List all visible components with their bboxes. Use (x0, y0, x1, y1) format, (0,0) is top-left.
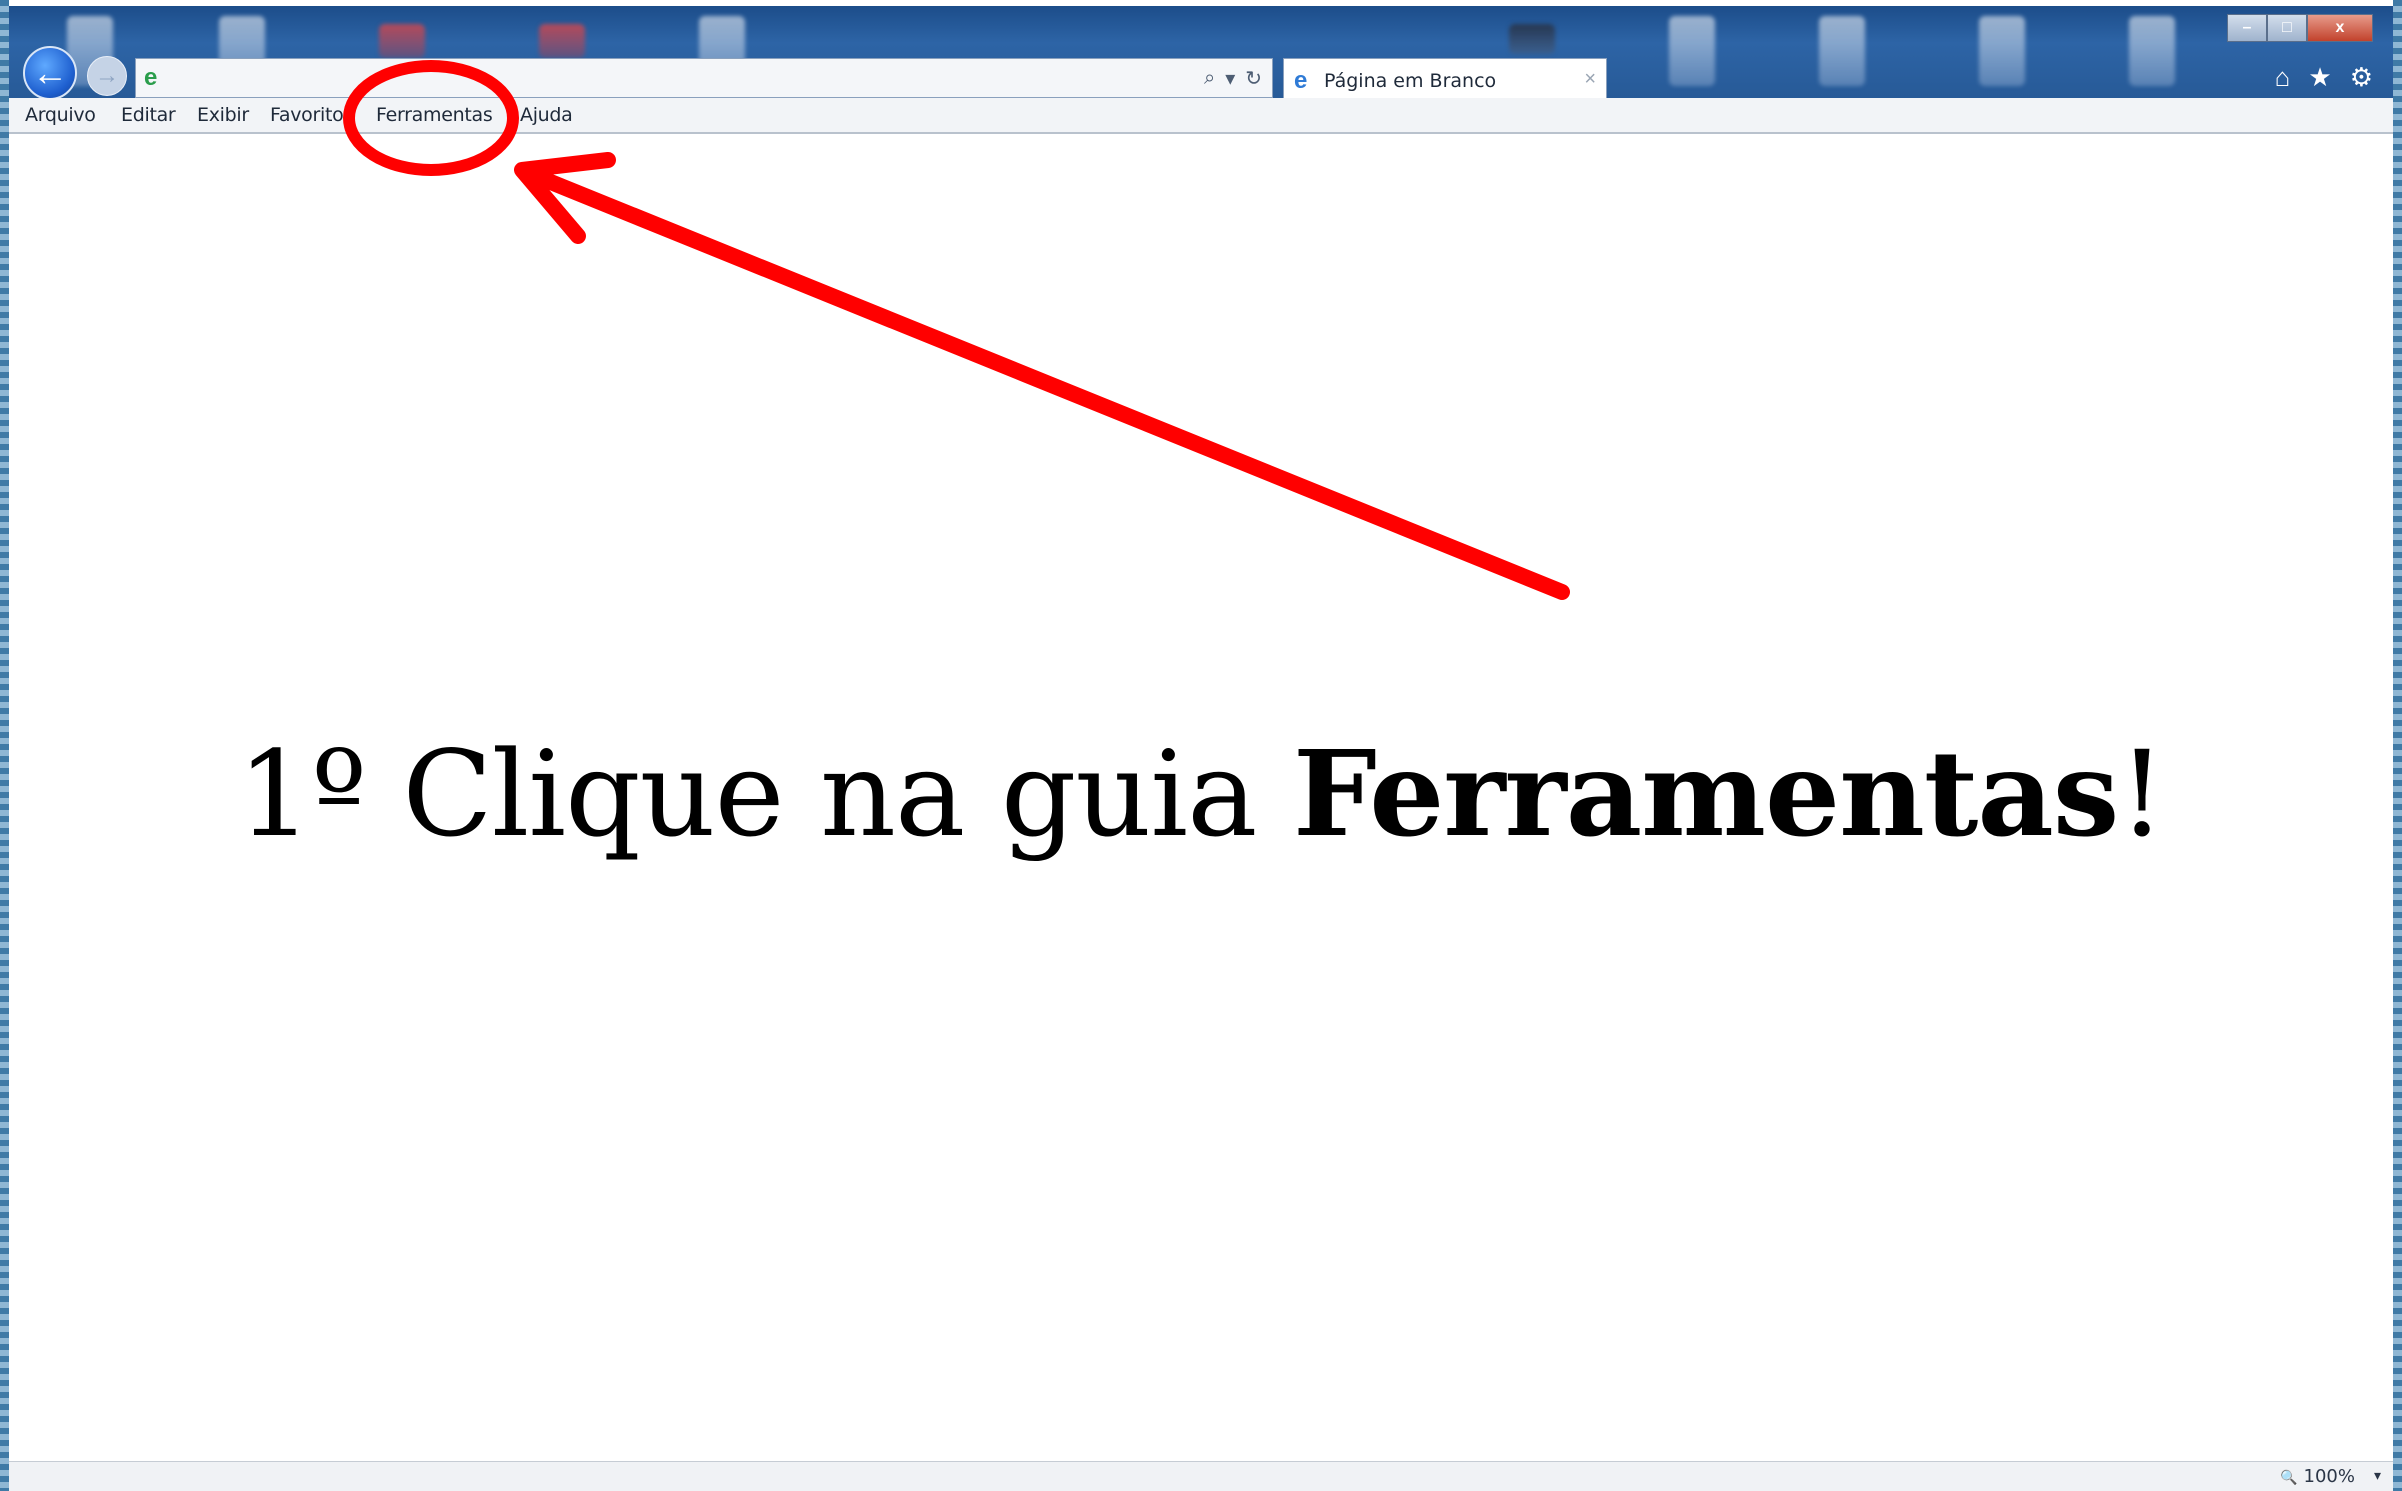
close-window-button[interactable]: x (2307, 14, 2373, 42)
address-bar[interactable]: e ⌕ ▾ ↻ (135, 58, 1273, 98)
desktop-icon-blur (1979, 16, 2025, 86)
menu-item-arquivo[interactable]: Arquivo (25, 104, 96, 126)
slide-border-left (0, 0, 9, 1491)
desktop-icon-blur (539, 24, 585, 58)
slide-border-right (2393, 0, 2402, 1491)
page-content: 1º Clique na guia Ferramentas! (9, 134, 2393, 1461)
menu-item-favoritos[interactable]: Favoritos (270, 104, 353, 126)
maximize-button[interactable]: □ (2267, 14, 2307, 42)
ie-page-icon: e (1294, 67, 1308, 94)
arrow-left-icon: ← (32, 52, 68, 93)
menu-bar: Arquivo Editar Exibir Favoritos Ferramen… (9, 98, 2393, 134)
instruction-keyword: Ferramentas (1292, 724, 2119, 863)
gear-icon[interactable]: ⚙ (2350, 64, 2373, 90)
search-icon[interactable]: ⌕ (1204, 67, 1215, 90)
desktop-icon-blur (1509, 24, 1555, 54)
arrow-right-icon: → (95, 62, 119, 89)
ie-page-icon: e (144, 64, 158, 91)
minimize-button[interactable]: – (2227, 14, 2267, 42)
tab-blank-page[interactable]: e Página em Branco × (1283, 58, 1607, 98)
close-icon[interactable]: × (1584, 68, 1596, 91)
menu-item-editar[interactable]: Editar (121, 104, 176, 126)
menu-item-exibir[interactable]: Exibir (197, 104, 249, 126)
desktop-icon-blur (2129, 16, 2175, 86)
desktop-icon-blur (1819, 16, 1865, 86)
zoom-icon: 🔍 (2280, 1470, 2298, 1486)
window-controls: – □ x (2227, 14, 2373, 42)
browser-command-icons: ⌂ ★ ⚙ (2275, 64, 2373, 90)
home-icon[interactable]: ⌂ (2275, 64, 2291, 90)
chevron-down-icon[interactable]: ▾ (1225, 66, 1235, 91)
tab-label: Página em Branco (1324, 70, 1497, 92)
instruction-text: 1º Clique na guia Ferramentas! (9, 724, 2393, 863)
refresh-icon[interactable]: ↻ (1245, 66, 1262, 91)
browser-titlebar: ← → e ⌕ ▾ ↻ e Página em Branco × – □ x ⌂… (9, 6, 2393, 98)
desktop-icon-blur (379, 24, 425, 58)
instruction-prefix: 1º Clique na guia (237, 725, 1293, 863)
zoom-level[interactable]: 🔍 100% (2280, 1466, 2355, 1487)
back-button[interactable]: ← (23, 46, 77, 98)
zoom-value: 100% (2303, 1466, 2355, 1487)
chevron-down-icon[interactable]: ▾ (2374, 1467, 2381, 1484)
menu-item-ferramentas[interactable]: Ferramentas (376, 104, 493, 126)
status-bar: 🔍 100% ▾ (9, 1461, 2393, 1491)
favorites-star-icon[interactable]: ★ (2308, 64, 2331, 90)
forward-button[interactable]: → (87, 56, 127, 96)
menu-item-ajuda[interactable]: Ajuda (520, 104, 573, 126)
desktop-icon-blur (1669, 16, 1715, 86)
instruction-suffix: ! (2118, 725, 2165, 863)
